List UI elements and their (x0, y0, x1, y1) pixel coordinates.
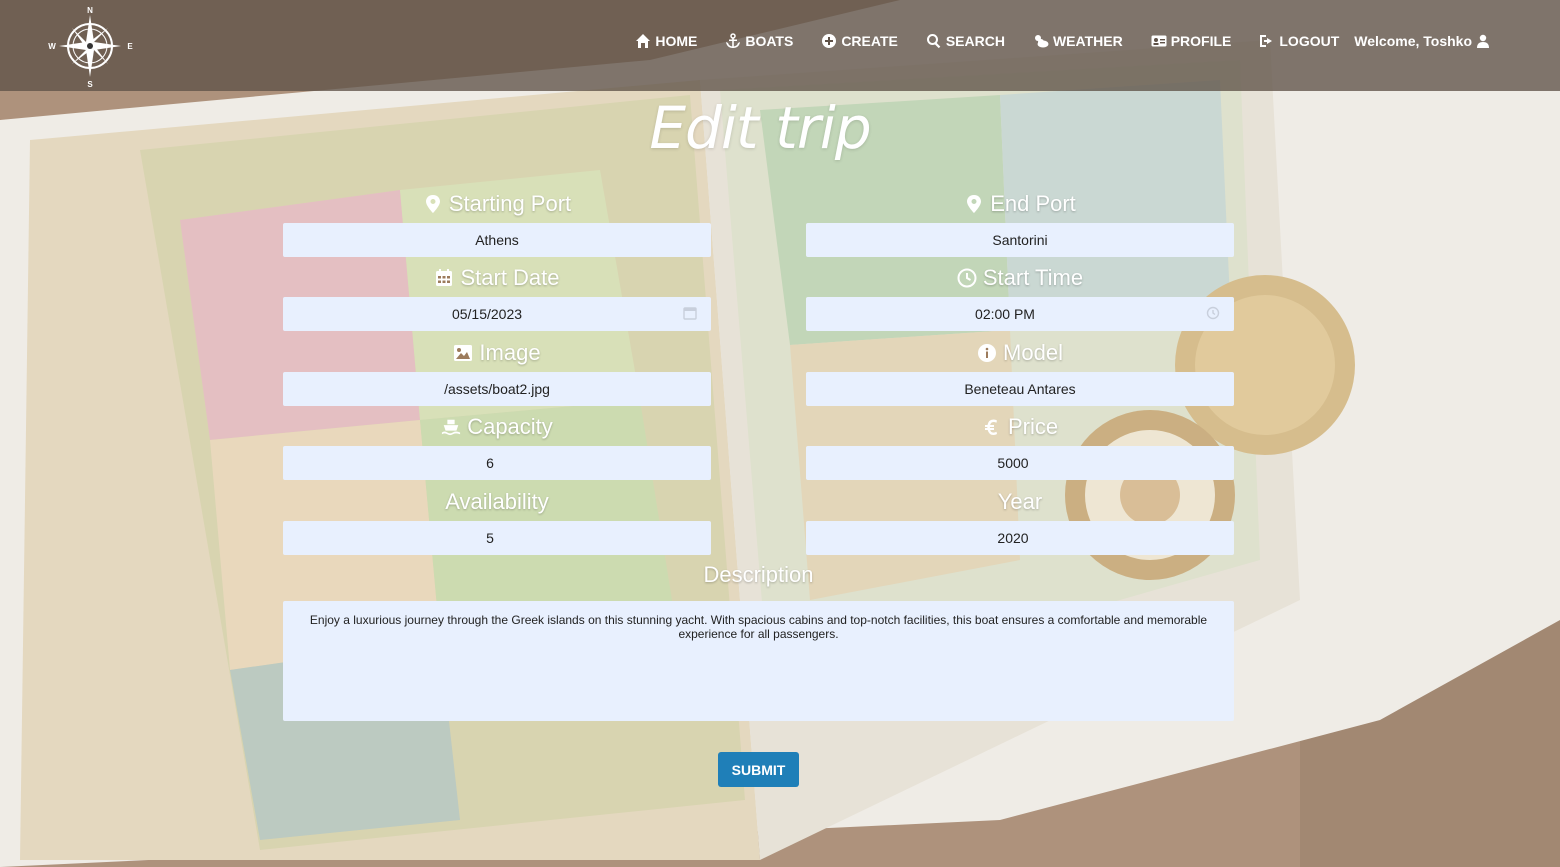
price-field: Price 5000 (806, 412, 1234, 480)
image-icon (454, 345, 473, 361)
page-title: Edit trip (649, 94, 871, 162)
info-circle-icon (978, 344, 997, 362)
start-time-value: 02:00 PM (975, 306, 1035, 322)
nav-search-label: SEARCH (945, 33, 1005, 49)
nav-boats-label: BOATS (745, 33, 794, 49)
nav-create-link[interactable]: CREATE (821, 33, 898, 49)
submit-button[interactable]: SUBMIT (718, 752, 799, 787)
home-icon (636, 34, 651, 48)
cloud-sun-icon (1034, 35, 1049, 48)
end-port-field: End Port Santorini (806, 189, 1234, 257)
nav-home-label: HOME (655, 33, 698, 49)
image-field: Image /assets/boat2.jpg (283, 338, 711, 406)
euro-icon (984, 419, 997, 435)
clock-icon (957, 268, 977, 288)
calendar-picker-icon[interactable] (683, 306, 697, 320)
capacity-label: Capacity (283, 412, 711, 442)
anchor-icon (726, 33, 741, 48)
nav-profile-link[interactable]: PROFILE (1151, 33, 1232, 49)
nav-logout-link[interactable]: LOGOUT (1259, 33, 1339, 49)
capacity-input[interactable]: 6 (283, 446, 711, 480)
starting-port-label: Starting Port (283, 189, 711, 219)
price-input[interactable]: 5000 (806, 446, 1234, 480)
starting-port-field: Starting Port Athens (283, 189, 711, 257)
nav-create-label: CREATE (841, 33, 898, 49)
compass-logo-icon[interactable]: N S E W (46, 3, 134, 89)
user-icon (1477, 34, 1489, 48)
start-time-input[interactable]: 02:00 PM (806, 297, 1234, 331)
starting-port-value: Athens (475, 232, 519, 248)
start-date-label: Start Date (283, 263, 711, 293)
price-label-text: Price (1007, 414, 1059, 439)
start-time-field: Start Time 02:00 PM (806, 263, 1234, 331)
capacity-field: Capacity 6 (283, 412, 711, 480)
end-port-label: End Port (806, 189, 1234, 219)
nav-profile-label: PROFILE (1170, 33, 1232, 49)
availability-label-text: Availability (445, 489, 549, 514)
model-label: Model (806, 338, 1234, 368)
year-value: 2020 (997, 530, 1029, 546)
nav-weather-link[interactable]: WEATHER (1033, 33, 1123, 49)
top-navbar: N S E W HOME BOATS CREATE SEARCH WEATHER (0, 0, 1560, 91)
price-label: Price (806, 412, 1234, 442)
availability-label: Availability (283, 487, 711, 517)
start-date-label-text: Start Date (460, 265, 560, 290)
year-input[interactable]: 2020 (806, 521, 1234, 555)
model-input[interactable]: Beneteau Antares (806, 372, 1234, 406)
calendar-icon (436, 269, 453, 286)
year-label: Year (806, 487, 1234, 517)
map-marker-icon (967, 195, 982, 213)
nav-home-link[interactable]: HOME (635, 33, 697, 49)
nav-boats-link[interactable]: BOATS (725, 33, 793, 49)
start-time-label-text: Start Time (982, 265, 1084, 290)
plus-circle-icon (822, 34, 837, 48)
svg-text:E: E (127, 42, 133, 51)
map-marker-icon (425, 195, 440, 213)
clock-picker-icon[interactable] (1206, 306, 1220, 320)
logout-icon (1260, 35, 1273, 47)
start-date-input[interactable]: 05/15/2023 (283, 297, 711, 331)
price-value: 5000 (997, 455, 1029, 471)
end-port-input[interactable]: Santorini (806, 223, 1234, 257)
capacity-label-text: Capacity (467, 414, 553, 439)
image-input[interactable]: /assets/boat2.jpg (283, 372, 711, 406)
nav-search-link[interactable]: SEARCH (926, 33, 1005, 49)
image-label-text: Image (479, 340, 541, 365)
start-date-value: 05/15/2023 (451, 306, 523, 322)
svg-text:W: W (48, 42, 56, 51)
end-port-label-text: End Port (990, 191, 1076, 216)
image-value: /assets/boat2.jpg (444, 381, 550, 397)
availability-value: 5 (486, 530, 494, 546)
capacity-value: 6 (486, 455, 494, 471)
nav-weather-label: WEATHER (1052, 33, 1123, 49)
start-date-field: Start Date 05/15/2023 (283, 263, 711, 331)
availability-field: Availability 5 (283, 487, 711, 555)
year-label-text: Year (997, 489, 1043, 514)
description-label: Description (703, 562, 814, 587)
id-card-icon (1151, 35, 1167, 47)
nav-logout-label: LOGOUT (1279, 33, 1340, 49)
end-port-value: Santorini (992, 232, 1048, 248)
starting-port-input[interactable]: Athens (283, 223, 711, 257)
ship-icon (442, 419, 461, 436)
model-label-text: Model (1003, 340, 1063, 365)
svg-text:S: S (87, 80, 93, 89)
model-value: Beneteau Antares (964, 381, 1076, 397)
start-time-label: Start Time (806, 263, 1234, 293)
model-field: Model Beneteau Antares (806, 338, 1234, 406)
description-textarea[interactable]: Enjoy a luxurious journey through the Gr… (283, 601, 1234, 721)
availability-input[interactable]: 5 (283, 521, 711, 555)
welcome-user: Welcome, Toshko (1354, 33, 1490, 49)
svg-text:N: N (87, 6, 93, 15)
description-value: Enjoy a luxurious journey through the Gr… (309, 613, 1208, 641)
nav-links: HOME BOATS CREATE SEARCH WEATHER PROFILE… (635, 33, 1490, 49)
search-icon (926, 34, 941, 49)
welcome-text: Welcome, Toshko (1354, 33, 1472, 49)
image-label: Image (283, 338, 711, 368)
starting-port-label-text: Starting Port (448, 191, 572, 216)
year-field: Year 2020 (806, 487, 1234, 555)
